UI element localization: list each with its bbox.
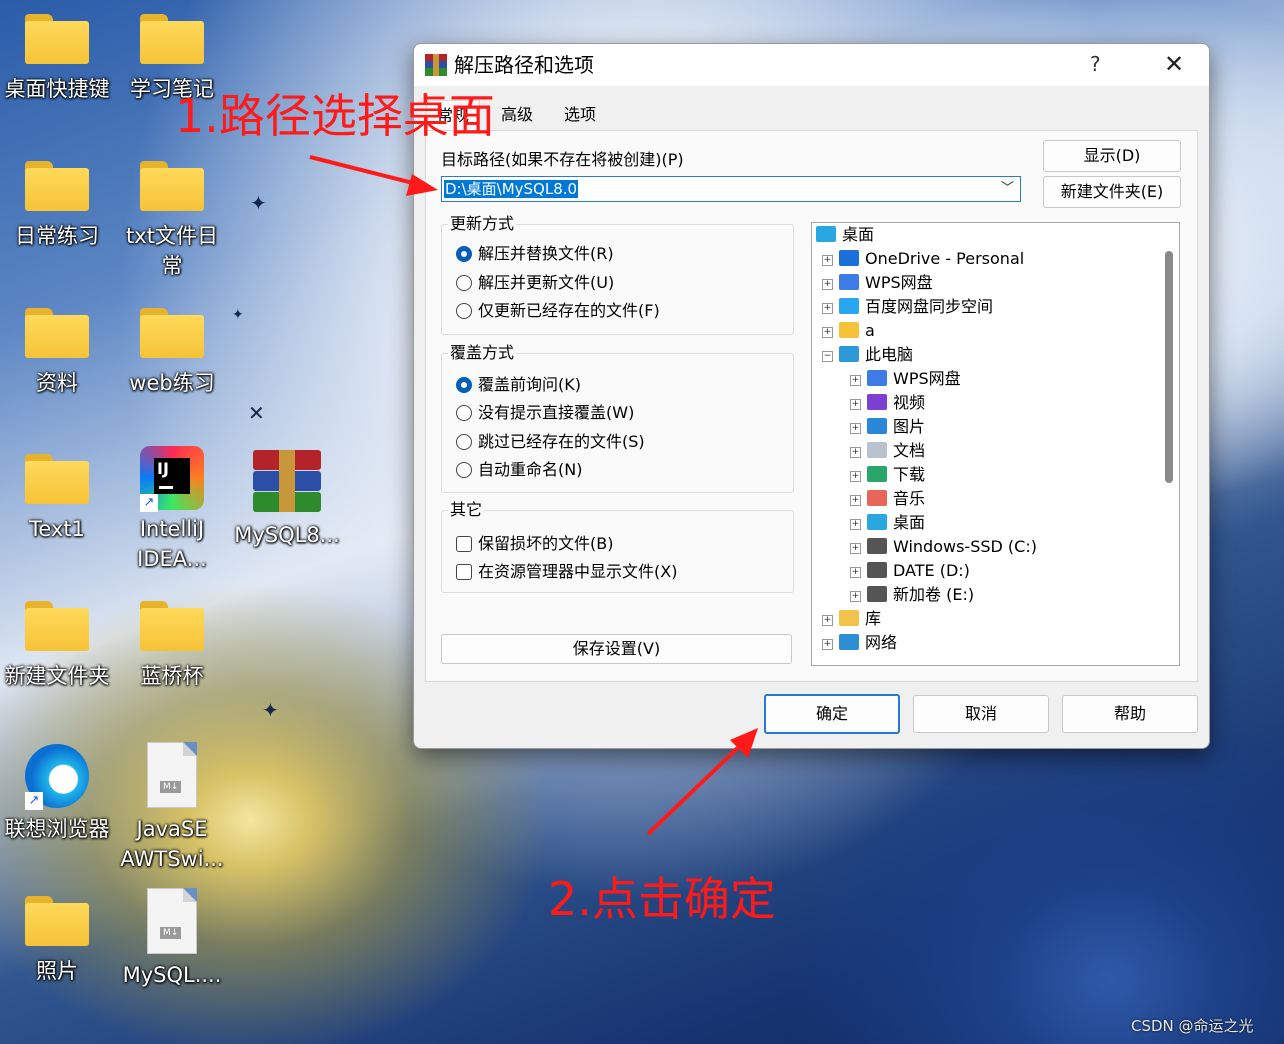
annotation-step1: 1.路径选择桌面 bbox=[175, 89, 495, 143]
arrowhead-icon bbox=[406, 174, 438, 196]
arrow-to-path bbox=[309, 155, 426, 188]
watermark: CSDN @命运之光 bbox=[1131, 1017, 1254, 1035]
annotation-step2: 2.点击确定 bbox=[548, 872, 776, 926]
arrow-to-ok bbox=[646, 736, 750, 836]
